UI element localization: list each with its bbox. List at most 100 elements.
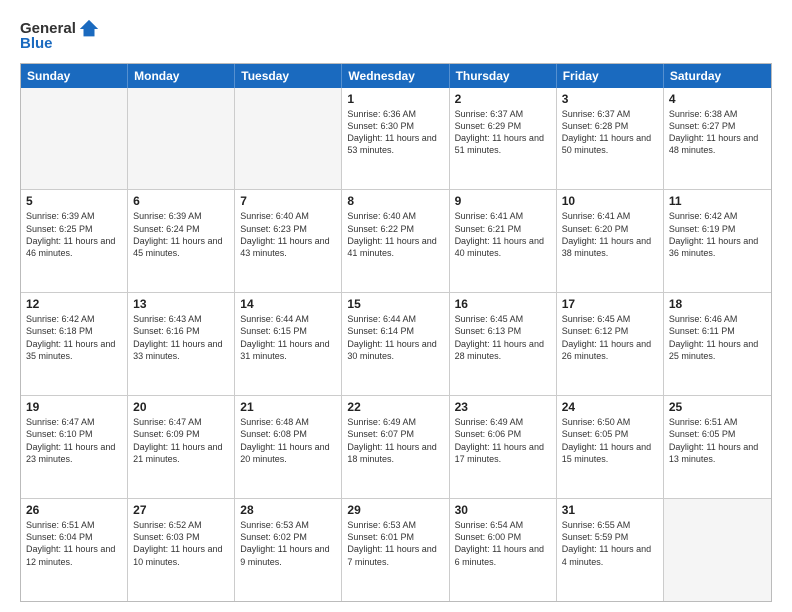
cell-info: Sunrise: 6:41 AMSunset: 6:20 PMDaylight:… [562,210,658,259]
calendar-cell: 13Sunrise: 6:43 AMSunset: 6:16 PMDayligh… [128,293,235,395]
day-number: 2 [455,92,551,106]
day-header-thursday: Thursday [450,64,557,88]
cell-info: Sunrise: 6:45 AMSunset: 6:13 PMDaylight:… [455,313,551,362]
calendar-cell [21,88,128,190]
cell-info: Sunrise: 6:36 AMSunset: 6:30 PMDaylight:… [347,108,443,157]
cell-info: Sunrise: 6:37 AMSunset: 6:28 PMDaylight:… [562,108,658,157]
day-number: 29 [347,503,443,517]
calendar-cell: 20 Sunrise: 6:47 AMSunset: 6:09 PMDayligh… [128,396,235,498]
calendar-cell: 6 Sunrise: 6:39 AMSunset: 6:24 PMDaylight… [128,190,235,292]
calendar-cell: 11 Sunrise: 6:42 AMSunset: 6:19 PMDayligh… [664,190,771,292]
cell-info: Sunrise: 6:42 AMSunset: 6:19 PMDaylight:… [669,210,766,259]
day-number: 11 [669,194,766,208]
cell-info: Sunrise: 6:39 AMSunset: 6:24 PMDaylight:… [133,210,229,259]
day-header-monday: Monday [128,64,235,88]
cell-info: Sunrise: 6:49 AMSunset: 6:07 PMDaylight:… [347,416,443,465]
cell-info: Sunrise: 6:55 AMSunset: 5:59 PMDaylight:… [562,519,658,568]
calendar-cell: 29 Sunrise: 6:53 AMSunset: 6:01 PMDayligh… [342,499,449,601]
calendar-cell [128,88,235,190]
day-header-saturday: Saturday [664,64,771,88]
calendar-cell: 2 Sunrise: 6:37 AMSunset: 6:29 PMDaylight… [450,88,557,190]
cell-info: Sunrise: 6:38 AMSunset: 6:27 PMDaylight:… [669,108,766,157]
day-number: 26 [26,503,122,517]
calendar-cell: 30 Sunrise: 6:54 AMSunset: 6:00 PMDayligh… [450,499,557,601]
day-number: 3 [562,92,658,106]
cell-info: Sunrise: 6:43 AMSunset: 6:16 PMDaylight:… [133,313,229,362]
day-number: 20 [133,400,229,414]
calendar-cell: 16 Sunrise: 6:45 AMSunset: 6:13 PMDayligh… [450,293,557,395]
calendar-cell: 5 Sunrise: 6:39 AMSunset: 6:25 PMDaylight… [21,190,128,292]
cell-info: Sunrise: 6:53 AMSunset: 6:01 PMDaylight:… [347,519,443,568]
day-header-wednesday: Wednesday [342,64,449,88]
day-number: 8 [347,194,443,208]
calendar-cell: 12Sunrise: 6:42 AMSunset: 6:18 PMDayligh… [21,293,128,395]
day-header-friday: Friday [557,64,664,88]
calendar-cell: 1 Sunrise: 6:36 AMSunset: 6:30 PMDaylight… [342,88,449,190]
cell-info: Sunrise: 6:40 AMSunset: 6:23 PMDaylight:… [240,210,336,259]
calendar-week-4: 19 Sunrise: 6:47 AMSunset: 6:10 PMDayligh… [21,396,771,499]
calendar-cell: 15Sunrise: 6:44 AMSunset: 6:14 PMDayligh… [342,293,449,395]
cell-info: Sunrise: 6:54 AMSunset: 6:00 PMDaylight:… [455,519,551,568]
calendar-week-5: 26 Sunrise: 6:51 AMSunset: 6:04 PMDayligh… [21,499,771,601]
day-number: 30 [455,503,551,517]
calendar-cell: 3 Sunrise: 6:37 AMSunset: 6:28 PMDaylight… [557,88,664,190]
cell-info: Sunrise: 6:47 AMSunset: 6:09 PMDaylight:… [133,416,229,465]
page: General Blue SundayMondayTuesdayWednesda… [0,0,792,612]
calendar-week-3: 12Sunrise: 6:42 AMSunset: 6:18 PMDayligh… [21,293,771,396]
calendar-cell: 22Sunrise: 6:49 AMSunset: 6:07 PMDayligh… [342,396,449,498]
cell-info: Sunrise: 6:37 AMSunset: 6:29 PMDaylight:… [455,108,551,157]
calendar-cell: 19 Sunrise: 6:47 AMSunset: 6:10 PMDayligh… [21,396,128,498]
cell-info: Sunrise: 6:49 AMSunset: 6:06 PMDaylight:… [455,416,551,465]
cell-info: Sunrise: 6:47 AMSunset: 6:10 PMDaylight:… [26,416,122,465]
calendar-week-2: 5 Sunrise: 6:39 AMSunset: 6:25 PMDaylight… [21,190,771,293]
calendar-cell: 8Sunrise: 6:40 AMSunset: 6:22 PMDaylight… [342,190,449,292]
calendar-cell [235,88,342,190]
day-number: 23 [455,400,551,414]
day-number: 1 [347,92,443,106]
day-number: 7 [240,194,336,208]
cell-info: Sunrise: 6:39 AMSunset: 6:25 PMDaylight:… [26,210,122,259]
logo-blue-text: Blue [20,36,53,53]
logo-icon [78,18,100,40]
calendar-cell: 25 Sunrise: 6:51 AMSunset: 6:05 PMDayligh… [664,396,771,498]
day-number: 16 [455,297,551,311]
day-number: 6 [133,194,229,208]
day-number: 4 [669,92,766,106]
cell-info: Sunrise: 6:52 AMSunset: 6:03 PMDaylight:… [133,519,229,568]
day-number: 28 [240,503,336,517]
calendar-week-1: 1 Sunrise: 6:36 AMSunset: 6:30 PMDaylight… [21,88,771,191]
cell-info: Sunrise: 6:42 AMSunset: 6:18 PMDaylight:… [26,313,122,362]
cell-info: Sunrise: 6:45 AMSunset: 6:12 PMDaylight:… [562,313,658,362]
calendar-cell: 7 Sunrise: 6:40 AMSunset: 6:23 PMDaylight… [235,190,342,292]
day-number: 24 [562,400,658,414]
day-number: 10 [562,194,658,208]
cell-info: Sunrise: 6:51 AMSunset: 6:04 PMDaylight:… [26,519,122,568]
calendar: SundayMondayTuesdayWednesdayThursdayFrid… [20,63,772,603]
calendar-cell: 17 Sunrise: 6:45 AMSunset: 6:12 PMDayligh… [557,293,664,395]
day-number: 25 [669,400,766,414]
day-number: 21 [240,400,336,414]
day-number: 18 [669,297,766,311]
calendar-cell [664,499,771,601]
day-number: 31 [562,503,658,517]
day-number: 19 [26,400,122,414]
calendar-cell: 24Sunrise: 6:50 AMSunset: 6:05 PMDayligh… [557,396,664,498]
logo: General Blue [20,18,100,53]
day-number: 5 [26,194,122,208]
calendar-cell: 9Sunrise: 6:41 AMSunset: 6:21 PMDaylight… [450,190,557,292]
cell-info: Sunrise: 6:48 AMSunset: 6:08 PMDaylight:… [240,416,336,465]
cell-info: Sunrise: 6:51 AMSunset: 6:05 PMDaylight:… [669,416,766,465]
calendar-header: SundayMondayTuesdayWednesdayThursdayFrid… [21,64,771,88]
day-header-sunday: Sunday [21,64,128,88]
calendar-cell: 26 Sunrise: 6:51 AMSunset: 6:04 PMDayligh… [21,499,128,601]
calendar-cell: 31 Sunrise: 6:55 AMSunset: 5:59 PMDayligh… [557,499,664,601]
cell-info: Sunrise: 6:53 AMSunset: 6:02 PMDaylight:… [240,519,336,568]
calendar-cell: 21 Sunrise: 6:48 AMSunset: 6:08 PMDayligh… [235,396,342,498]
header: General Blue [20,18,772,53]
calendar-cell: 18Sunrise: 6:46 AMSunset: 6:11 PMDayligh… [664,293,771,395]
day-number: 17 [562,297,658,311]
day-number: 27 [133,503,229,517]
day-number: 15 [347,297,443,311]
calendar-body: 1 Sunrise: 6:36 AMSunset: 6:30 PMDaylight… [21,88,771,602]
cell-info: Sunrise: 6:44 AMSunset: 6:15 PMDaylight:… [240,313,336,362]
